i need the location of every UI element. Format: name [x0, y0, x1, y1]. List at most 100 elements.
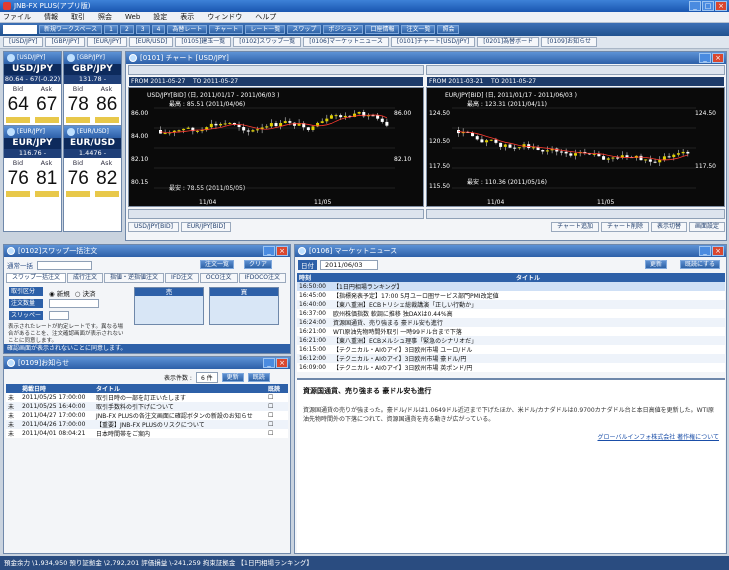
read-checkbox[interactable]: ☐: [266, 429, 288, 438]
tab-oco-order[interactable]: OCO注文: [199, 273, 238, 283]
workspace-3-button[interactable]: 3: [135, 25, 150, 34]
notice-col-read[interactable]: 既読: [266, 384, 288, 393]
close-icon[interactable]: ×: [276, 246, 288, 256]
menu-item-inquiry[interactable]: 照会: [98, 12, 112, 22]
position-button[interactable]: ポジション: [323, 25, 364, 34]
workspace-1-button[interactable]: 1: [104, 25, 118, 34]
radio-new[interactable]: ◉ 新規: [49, 288, 70, 298]
list-item[interactable]: 16:24:00 資源国通貨、売り強まる 豪ドル安も進行: [297, 318, 725, 327]
ask-price[interactable]: 82: [96, 168, 117, 190]
tab-market-order[interactable]: 成行注文: [67, 273, 104, 283]
minimize-icon[interactable]: _: [699, 53, 711, 63]
chart-right-scrollbar[interactable]: [426, 209, 725, 219]
news-date-input[interactable]: 2011/06/03: [320, 260, 378, 270]
chart-left-canvas[interactable]: USD/JPY[BID] (日, 2011/01/17 - 2011/06/03…: [128, 87, 424, 207]
read-checkbox[interactable]: ☐: [266, 411, 288, 420]
notice-col-date[interactable]: 掲載日時: [20, 384, 94, 393]
chart-tab-eurjpy[interactable]: EUR/JPY[BID]: [180, 222, 232, 232]
news-article-link[interactable]: グローバルインフォ株式会社 著作権について: [303, 432, 720, 441]
list-item[interactable]: 16:50:00 【1日円相場ランキング】: [297, 282, 725, 291]
news-col-title[interactable]: タイトル: [331, 273, 725, 282]
bid-price[interactable]: 76: [68, 168, 89, 190]
maximize-icon[interactable]: □: [702, 1, 714, 11]
menu-item-info[interactable]: 情報: [44, 12, 58, 22]
account-info-button[interactable]: 口座情報: [365, 25, 400, 34]
chart-left-to[interactable]: TO 2011-05-27: [193, 78, 238, 85]
window-tab-news[interactable]: [0106]マーケットニュース: [303, 37, 389, 47]
ask-buy-button[interactable]: [94, 117, 119, 123]
table-row[interactable]: 未 2011/04/27 17:00:00 JNB-FX PLUSの各注文画面に確認…: [6, 411, 288, 420]
list-item[interactable]: 16:45:00 【指標発表予定】17:00 5月ユーロ圏サービス部門PMI改定値: [297, 291, 725, 300]
add-chart-button[interactable]: チャート追加: [551, 222, 600, 232]
menu-item-settings[interactable]: 設定: [153, 12, 167, 22]
refresh-button[interactable]: 更新: [221, 373, 244, 382]
minimize-icon[interactable]: _: [699, 246, 711, 256]
window-tab-eurusd[interactable]: [EUR/USD]: [129, 37, 174, 47]
menu-item-window[interactable]: ウィンドウ: [207, 12, 242, 22]
bid-sell-button[interactable]: [66, 191, 91, 197]
list-item[interactable]: 16:12:00 【テクニカル・AIのアイ】3日欧州市場 豪ドル/円: [297, 354, 725, 363]
tab-swap-order[interactable]: スワップ一括注文: [6, 273, 67, 283]
window-tab-usdjpy[interactable]: [USD/JPY]: [3, 37, 44, 47]
chart-right-to[interactable]: TO 2011-05-27: [491, 78, 536, 85]
close-icon[interactable]: ×: [712, 53, 724, 63]
list-item[interactable]: 16:09:00 【テクニカル・AIのアイ】3日欧州市場 英ポンド/円: [297, 363, 725, 372]
slippage-input[interactable]: [49, 311, 69, 320]
read-checkbox[interactable]: ☐: [266, 420, 288, 429]
sell-button[interactable]: 売: [134, 287, 204, 325]
ask-buy-button[interactable]: [34, 117, 59, 123]
chart-right-controls[interactable]: [426, 65, 725, 75]
close-icon[interactable]: ×: [712, 246, 724, 256]
bid-sell-button[interactable]: [6, 191, 31, 197]
list-item[interactable]: 16:21:00 【東八重洲】ECBメルシュ理事「緊急のシナリオだ」: [297, 336, 725, 345]
order-type-select[interactable]: [37, 260, 92, 270]
read-checkbox[interactable]: ☐: [266, 393, 288, 402]
rate-panel-eurusd[interactable]: [EUR/USD] EUR/USD 1.4476 - 82(-0.0008) B…: [63, 125, 122, 232]
table-row[interactable]: 未 2011/04/26 17:00:00 【重要】JNB-FX PLUSのリスクに…: [6, 420, 288, 429]
news-refresh-button[interactable]: 更新: [645, 260, 668, 269]
bid-price[interactable]: 76: [8, 168, 29, 190]
window-tab-notice[interactable]: [0109]お知らせ: [541, 37, 598, 47]
menu-item-help[interactable]: ヘルプ: [255, 12, 276, 22]
window-tab-eurjpy[interactable]: [EUR/JPY]: [87, 37, 128, 47]
bid-price[interactable]: 64: [8, 94, 29, 116]
menu-item-view[interactable]: 表示: [180, 12, 194, 22]
news-mark-read-button[interactable]: 既読にする: [680, 260, 721, 269]
order-list-button[interactable]: 注文一覧: [401, 25, 436, 34]
toggle-view-button[interactable]: 表示切替: [650, 222, 687, 232]
workspace-2-button[interactable]: 2: [119, 25, 134, 34]
ask-buy-button[interactable]: [94, 191, 119, 197]
close-icon[interactable]: ×: [276, 358, 288, 368]
window-tab-positions[interactable]: [0105]建玉一覧: [175, 37, 232, 47]
minimize-icon[interactable]: _: [263, 358, 275, 368]
chart-left-from[interactable]: FROM 2011-05-27: [131, 78, 185, 85]
table-row[interactable]: 未 2011/04/01 08:04:21 日本時間帯をご案内 ☐: [6, 429, 288, 438]
menu-item-file[interactable]: ファイル: [3, 12, 31, 22]
rate-list-button[interactable]: レート一覧: [245, 25, 286, 34]
rate-panel-eurjpy[interactable]: [EUR/JPY] EUR/JPY 116.76 - 81(-0.42) Bid…: [3, 125, 62, 232]
tab-ifdoco-order[interactable]: IFDOCO注文: [238, 273, 287, 283]
mark-read-button[interactable]: 既読: [247, 373, 270, 382]
ask-price[interactable]: 81: [36, 168, 57, 190]
tab-limit-order[interactable]: 指値・逆指値注文: [104, 273, 165, 283]
ask-price[interactable]: 86: [96, 94, 117, 116]
bid-sell-button[interactable]: [66, 117, 91, 123]
minimize-icon[interactable]: _: [689, 1, 701, 11]
order-list-button[interactable]: 注文一覧: [200, 260, 235, 269]
workspace-4-button[interactable]: 4: [151, 25, 166, 34]
inquiry-button[interactable]: 照会: [437, 25, 460, 34]
window-tab-swap[interactable]: [0102]スワップ一覧: [233, 37, 302, 47]
window-tab-board[interactable]: [0201]為替ボード: [477, 37, 540, 47]
list-item[interactable]: 16:15:00 【テクニカル・AIのアイ】3日欧州市場 ユーロ/ドル: [297, 345, 725, 354]
chart-right-canvas[interactable]: EUR/JPY[BID] (日, 2011/01/17 - 2011/06/03…: [426, 87, 725, 207]
swap-button[interactable]: スワップ: [287, 25, 322, 34]
chart-left-controls[interactable]: [128, 65, 424, 75]
new-workspace-button[interactable]: 新規ワークスペース: [39, 25, 103, 34]
table-row[interactable]: 未 2011/05/25 17:00:00 取引日時の一部を訂正いたします ☐: [6, 393, 288, 402]
chart-button[interactable]: チャート: [209, 25, 244, 34]
window-tab-chart[interactable]: [0101]チャート[USD/JPY]: [390, 37, 476, 47]
list-item[interactable]: 16:21:00 WTI原油先物時間外取引 一時99ドル台まで下落: [297, 327, 725, 336]
list-item[interactable]: 16:40:00 【東八重洲】ECBトリシェ総裁講演「正しい行動か」: [297, 300, 725, 309]
read-checkbox[interactable]: ☐: [266, 402, 288, 411]
notice-col-title[interactable]: タイトル: [94, 384, 266, 393]
